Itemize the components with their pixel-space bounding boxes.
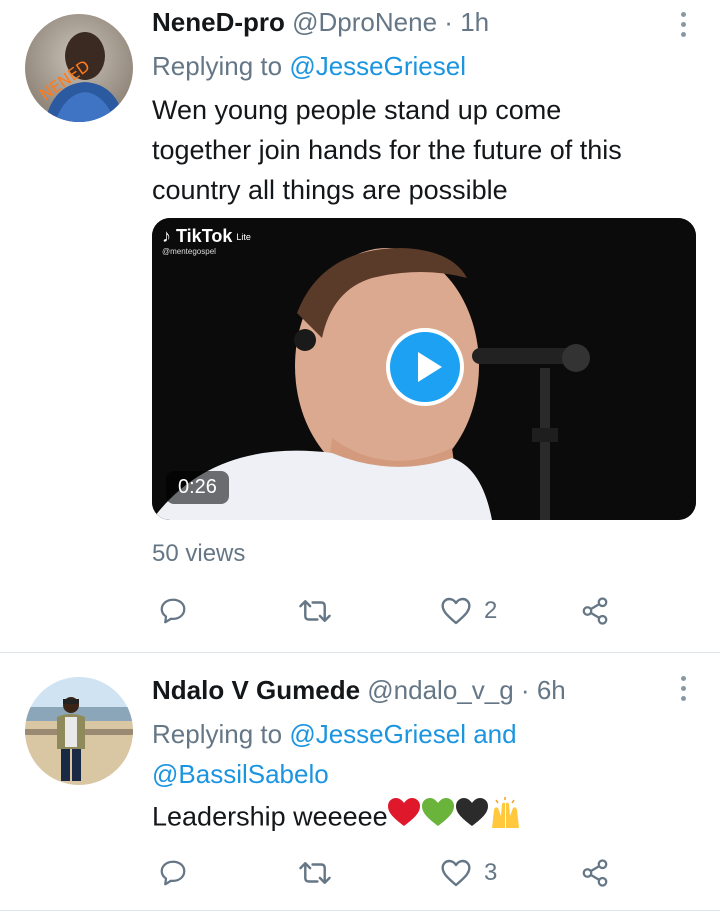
mention-link[interactable]: @JesseGriesel: [289, 719, 466, 749]
mention-link[interactable]: @JesseGriesel: [289, 51, 466, 81]
retweet-button[interactable]: [298, 596, 332, 626]
replying-prefix: Replying to: [152, 51, 283, 81]
tweet-text: Wen young people stand up come together …: [152, 90, 697, 210]
reply-icon: [160, 860, 186, 886]
more-vertical-icon[interactable]: [676, 12, 690, 42]
retweet-icon: [299, 862, 331, 884]
tiktok-icon: ♪: [162, 226, 171, 246]
raised-hands-emoji: [491, 797, 519, 828]
avatar[interactable]: [25, 677, 133, 785]
tiktok-user: @mentegospel: [162, 247, 216, 256]
green-heart-emoji: [421, 798, 454, 826]
like-button[interactable]: 3: [440, 858, 497, 888]
replying-to: Replying to @JesseGriesel and @BassilSab…: [152, 714, 672, 794]
share-button[interactable]: [580, 596, 610, 626]
black-heart-emoji: [455, 798, 488, 826]
tweet-text-line: country all things are possible: [152, 175, 508, 205]
tweet-text-content: Leadership weeeee: [152, 801, 388, 832]
tweet-text-line: Wen young people stand up come: [152, 95, 562, 125]
replying-prefix: Replying to: [152, 719, 283, 749]
red-heart-emoji: [387, 798, 420, 826]
timestamp[interactable]: 1h: [460, 7, 489, 37]
tweet-header: NeneD-pro @DproNene · 1h: [152, 6, 489, 38]
video-duration: 0:26: [166, 471, 229, 504]
share-icon: [582, 597, 608, 625]
tiktok-watermark: ♪ TikTok Lite @mentegospel: [162, 226, 251, 256]
share-button[interactable]: [580, 858, 610, 888]
tweet-1[interactable]: NENED NeneD-pro @DproNene · 1h Replying …: [0, 0, 720, 652]
display-name[interactable]: Ndalo V Gumede: [152, 675, 360, 705]
retweet-icon: [299, 600, 331, 622]
display-name[interactable]: NeneD-pro: [152, 7, 285, 37]
tweet-text-line: together join hands for the future of th…: [152, 135, 622, 165]
user-handle[interactable]: @ndalo_v_g: [367, 675, 513, 705]
retweet-button[interactable]: [298, 858, 332, 888]
like-button[interactable]: 2: [440, 596, 497, 626]
replying-to: Replying to @JesseGriesel: [152, 50, 466, 82]
play-icon: [418, 352, 442, 382]
avatar[interactable]: NENED: [25, 14, 133, 122]
view-count: 50 views: [152, 540, 246, 567]
tiktok-brand: TikTok: [176, 226, 233, 246]
like-count: 2: [484, 597, 498, 624]
user-handle[interactable]: @DproNene: [292, 7, 437, 37]
tweet-2[interactable]: Ndalo V Gumede @ndalo_v_g · 6h Replying …: [0, 652, 720, 914]
more-vertical-icon[interactable]: [676, 676, 690, 706]
reply-button[interactable]: [158, 858, 188, 888]
share-icon: [582, 859, 608, 887]
tweet-header: Ndalo V Gumede @ndalo_v_g · 6h: [152, 674, 566, 706]
mention-link[interactable]: @BassilSabelo: [152, 759, 329, 789]
timestamp[interactable]: 6h: [537, 675, 566, 705]
reply-icon: [160, 598, 186, 624]
separator-dot: ·: [444, 7, 453, 37]
heart-icon: [441, 859, 471, 887]
tweet-divider: [0, 910, 720, 911]
tiktok-brand-suffix: Lite: [236, 231, 251, 242]
emoji-group: [387, 796, 520, 841]
tweet-text: Leadership weeeee: [152, 796, 697, 841]
video-player[interactable]: ♪ TikTok Lite @mentegospel 0:26: [152, 218, 696, 520]
heart-icon: [441, 597, 471, 625]
like-count: 3: [484, 859, 498, 886]
replying-and[interactable]: and: [473, 719, 516, 749]
play-button[interactable]: [386, 328, 464, 406]
reply-button[interactable]: [158, 596, 188, 626]
separator-dot: ·: [520, 675, 530, 705]
